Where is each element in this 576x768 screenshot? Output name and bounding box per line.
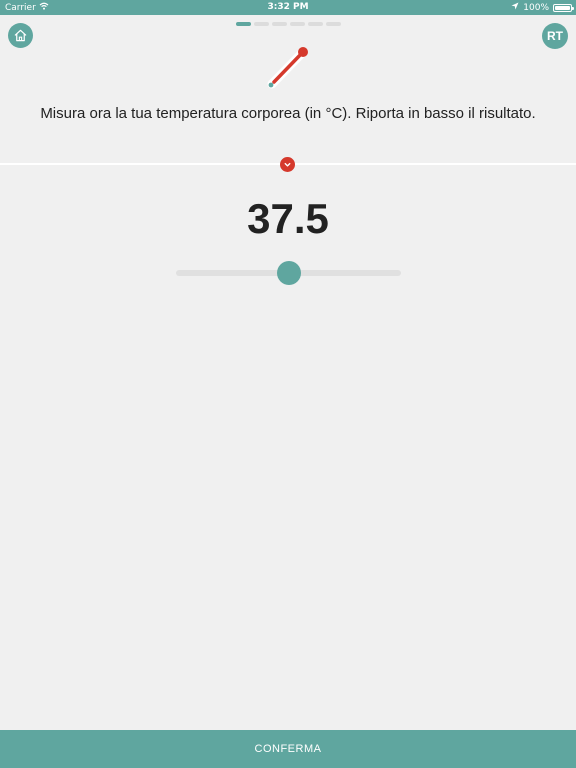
progress-step <box>272 22 287 26</box>
thermometer-icon <box>262 44 314 92</box>
battery-icon <box>553 3 574 12</box>
battery-fill <box>555 5 570 10</box>
question-text: Misura ora la tua temperatura corporea (… <box>40 105 536 122</box>
status-time: 3:32 PM <box>267 2 309 12</box>
progress-step <box>254 22 269 26</box>
progress-step <box>290 22 305 26</box>
expand-button[interactable] <box>280 157 295 172</box>
progress-step <box>236 22 251 26</box>
avatar[interactable]: RT <box>542 23 568 49</box>
progress-indicator <box>236 22 341 26</box>
progress-step <box>326 22 341 26</box>
temperature-value: 37.5 <box>247 195 329 242</box>
home-icon <box>14 29 27 42</box>
status-bar: Carrier 3:32 PM 100% <box>0 0 576 15</box>
slider-thumb[interactable] <box>276 261 301 285</box>
status-right: 100% <box>511 2 574 13</box>
battery-tip <box>572 6 574 10</box>
confirm-button[interactable]: CONFERMA <box>0 730 576 768</box>
progress-step <box>308 22 323 26</box>
chevron-down-icon <box>284 162 291 167</box>
battery-percent: 100% <box>523 2 549 13</box>
location-arrow-icon <box>511 2 519 13</box>
screen: Carrier 3:32 PM 100% RT Misura ora la tu… <box>0 0 576 768</box>
home-button[interactable] <box>8 23 33 48</box>
